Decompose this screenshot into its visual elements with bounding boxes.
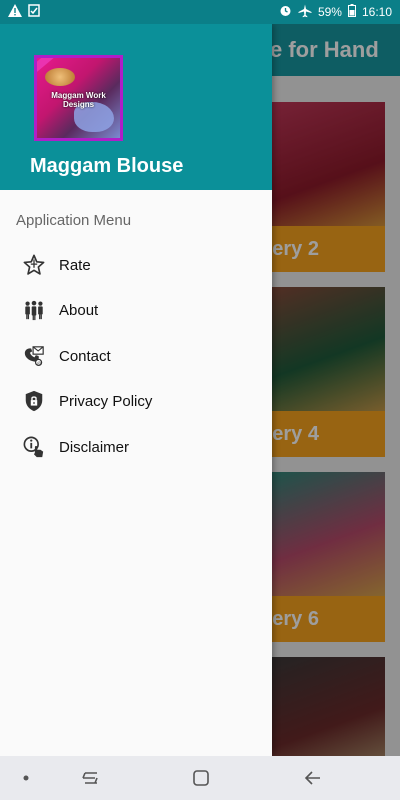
navigation-drawer: Maggam Work Designs Maggam Blouse Applic… (0, 24, 272, 756)
alarm-icon (279, 4, 292, 20)
menu-item-privacy-policy[interactable]: Privacy Policy (0, 379, 272, 423)
section-title: Application Menu (16, 212, 132, 229)
menu-item-label: Privacy Policy (59, 392, 153, 410)
recent-apps-button[interactable] (70, 758, 110, 798)
battery-icon (347, 4, 356, 20)
menu-item-disclaimer[interactable]: Disclaimer (0, 425, 272, 469)
airplane-icon (298, 4, 312, 21)
back-button[interactable] (293, 758, 333, 798)
home-square-icon (193, 770, 209, 786)
drawer-title: Maggam Blouse (30, 155, 184, 177)
menu-item-label: About (59, 301, 99, 319)
logo-jewelry-accent (45, 68, 75, 86)
status-bar: 59% 16:10 (0, 0, 400, 24)
menu-item-label: Rate (59, 256, 91, 274)
phone-mail-icon: @ (22, 344, 46, 368)
recent-apps-icon (82, 772, 98, 784)
dot-icon (23, 775, 29, 781)
info-hand-icon (22, 435, 46, 459)
drawer-header: Maggam Work Designs Maggam Blouse (0, 24, 272, 190)
checkbox-notification-icon (28, 4, 40, 20)
menu-item-label: Disclaimer (59, 438, 130, 456)
menu-item-about[interactable]: About (0, 288, 272, 332)
app-logo: Maggam Work Designs (34, 55, 123, 141)
clock-time: 16:10 (361, 5, 392, 19)
star-icon (22, 253, 46, 277)
menu-item-contact[interactable]: @ Contact (0, 334, 272, 378)
nav-dot-button[interactable] (6, 758, 46, 798)
menu-item-label: Contact (59, 347, 111, 365)
people-icon (22, 298, 46, 322)
system-navigation-bar (0, 756, 400, 800)
menu-item-rate[interactable]: Rate (0, 243, 272, 287)
svg-text:@: @ (37, 360, 42, 366)
home-button[interactable] (181, 758, 221, 798)
shield-lock-icon (22, 389, 46, 413)
logo-text: Maggam Work Designs (51, 91, 106, 109)
warning-icon (8, 4, 22, 20)
back-arrow-icon (304, 771, 320, 785)
battery-percent: 59% (317, 5, 342, 19)
